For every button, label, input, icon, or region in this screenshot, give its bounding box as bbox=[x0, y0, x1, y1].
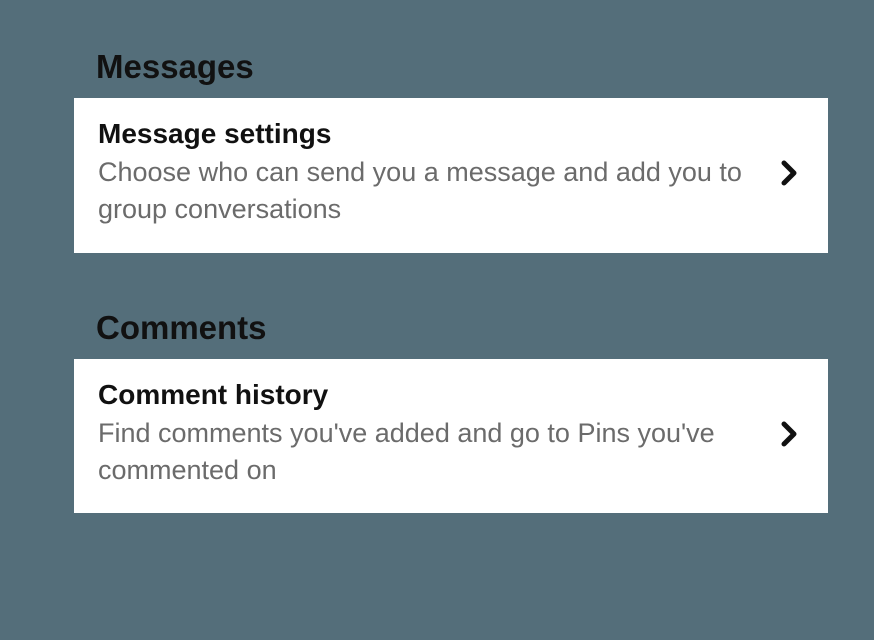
message-settings-text: Message settings Choose who can send you… bbox=[98, 118, 760, 229]
message-settings-row[interactable]: Message settings Choose who can send you… bbox=[74, 98, 828, 253]
comments-section-header: Comments bbox=[0, 309, 874, 347]
comment-history-title: Comment history bbox=[98, 379, 760, 411]
message-settings-description: Choose who can send you a message and ad… bbox=[98, 154, 760, 229]
comment-history-row[interactable]: Comment history Find comments you've add… bbox=[74, 359, 828, 514]
message-settings-title: Message settings bbox=[98, 118, 760, 150]
chevron-right-icon bbox=[776, 420, 804, 448]
comment-history-description: Find comments you've added and go to Pin… bbox=[98, 415, 760, 490]
chevron-right-icon bbox=[776, 159, 804, 187]
messages-section-header: Messages bbox=[0, 48, 874, 86]
comment-history-text: Comment history Find comments you've add… bbox=[98, 379, 760, 490]
